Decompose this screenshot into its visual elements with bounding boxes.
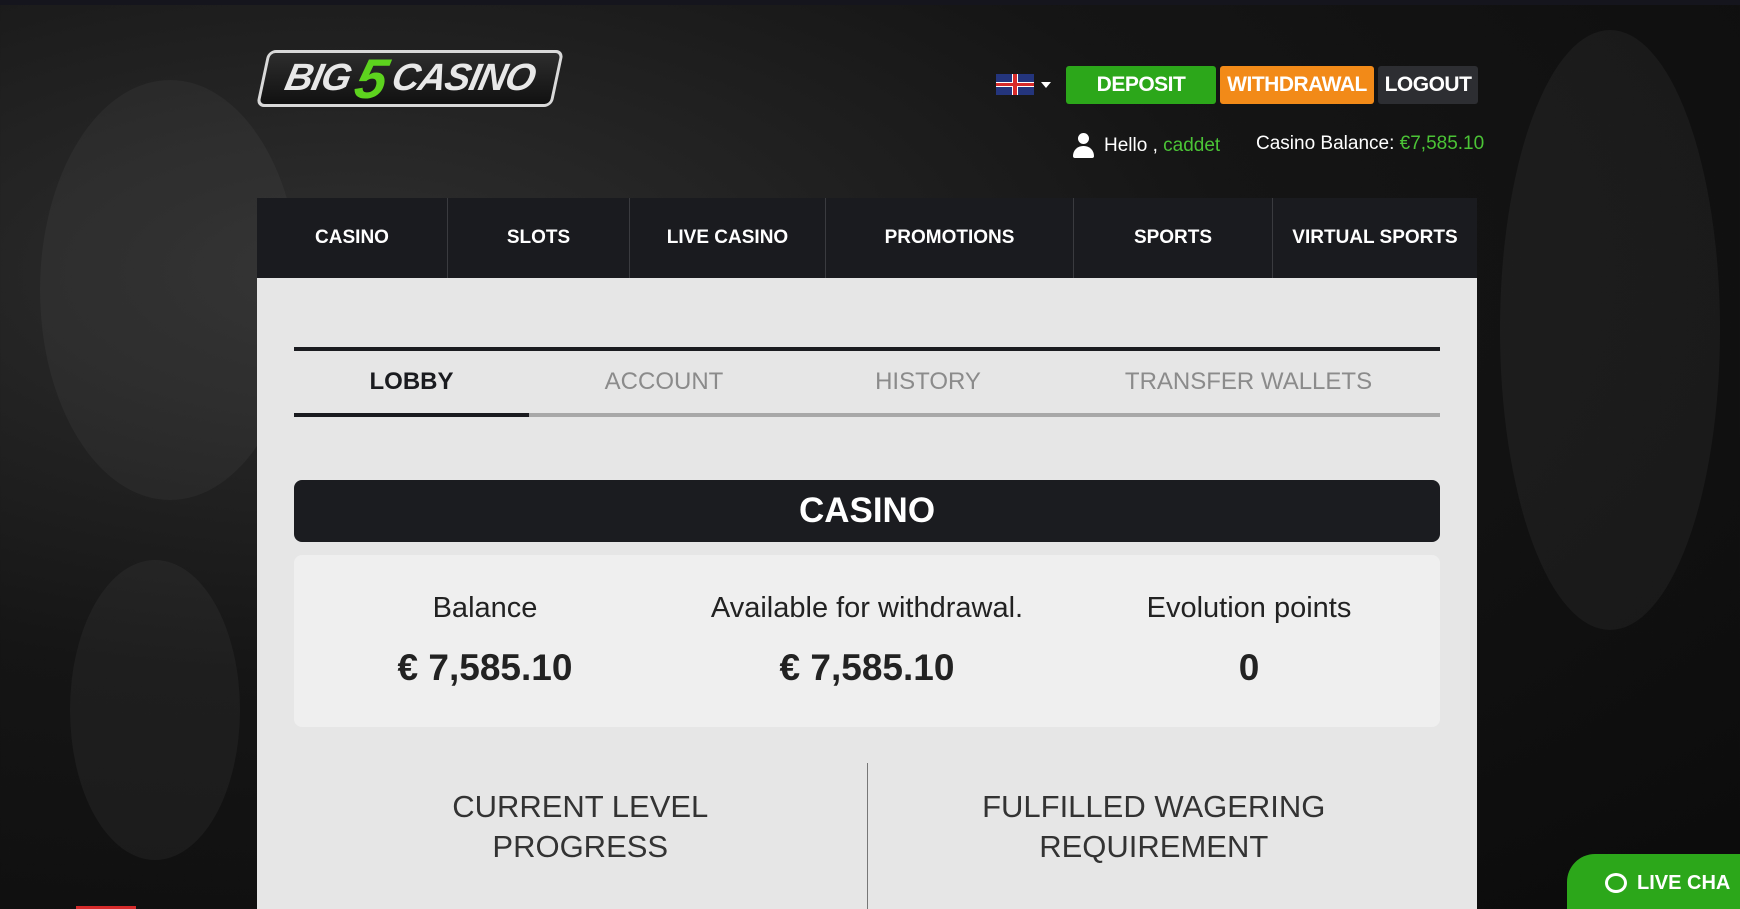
evolution-points-label: Evolution points (1146, 592, 1352, 624)
balance-label: Balance (432, 592, 538, 624)
wagering-requirement: FULFILLED WAGERING REQUIREMENT (868, 763, 1441, 909)
withdrawal-value: € 7,585.10 (779, 647, 955, 688)
current-level-line1: CURRENT LEVEL (452, 789, 709, 824)
current-level-progress: CURRENT LEVEL PROGRESS (294, 763, 867, 909)
balance-value: € 7,585.10 (397, 647, 573, 688)
nav-casino[interactable]: CASINO (257, 198, 448, 278)
chevron-down-icon (1041, 81, 1051, 88)
casino-balance-value: €7,585.10 (1399, 133, 1485, 154)
logo-text-big: BIG (281, 57, 355, 99)
tab-lobby[interactable]: LOBBY (294, 351, 529, 417)
withdrawal-button[interactable]: WITHDRAWAL (1220, 66, 1374, 104)
username[interactable]: caddet (1163, 135, 1220, 157)
deposit-button[interactable]: DEPOSIT (1066, 66, 1216, 104)
tab-transfer-wallets[interactable]: TRANSFER WALLETS (1057, 351, 1440, 413)
site-logo[interactable]: BIG 5 CASINO (255, 47, 565, 110)
account-panel: LOBBY ACCOUNT HISTORY TRANSFER WALLETS C… (257, 278, 1477, 909)
wagering-line2: REQUIREMENT (1039, 829, 1269, 864)
nav-virtual-sports[interactable]: VIRTUAL SPORTS (1273, 198, 1477, 278)
nav-live-casino[interactable]: LIVE CASINO (630, 198, 826, 278)
balance-summary: Balance € 7,585.10 Available for withdra… (294, 555, 1440, 727)
user-greeting: Hello , caddet (1072, 133, 1220, 159)
evolution-points-stat: Evolution points 0 (1058, 555, 1440, 727)
tab-history[interactable]: HISTORY (799, 351, 1057, 413)
language-selector[interactable] (996, 74, 1051, 95)
live-chat-label: LIVE CHA (1637, 871, 1731, 894)
withdrawal-label: Available for withdrawal. (710, 592, 1024, 624)
current-level-line2: PROGRESS (492, 829, 669, 864)
evolution-points-value: 0 (1238, 647, 1260, 688)
main-navigation: CASINO SLOTS LIVE CASINO PROMOTIONS SPOR… (257, 198, 1477, 278)
chat-icon (1605, 873, 1627, 893)
greeting-text: Hello , (1104, 135, 1158, 156)
live-chat-button[interactable]: LIVE CHA (1567, 854, 1740, 909)
nav-slots[interactable]: SLOTS (448, 198, 630, 278)
uk-flag-icon (996, 74, 1034, 95)
background-foliage (1500, 30, 1720, 630)
casino-section-title: CASINO (294, 480, 1440, 542)
casino-balance-label: Casino Balance: (1256, 133, 1395, 154)
nav-sports[interactable]: SPORTS (1074, 198, 1273, 278)
logo-number: 5 (349, 47, 394, 110)
wagering-line1: FULFILLED WAGERING (982, 789, 1326, 824)
account-tabs: LOBBY ACCOUNT HISTORY TRANSFER WALLETS (294, 347, 1440, 417)
logout-button[interactable]: LOGOUT (1378, 66, 1478, 104)
user-icon (1072, 133, 1094, 159)
progress-section: CURRENT LEVEL PROGRESS FULFILLED WAGERIN… (294, 763, 1440, 909)
background-foliage (70, 560, 240, 860)
nav-promotions[interactable]: PROMOTIONS (826, 198, 1074, 278)
withdrawal-stat: Available for withdrawal. € 7,585.10 (676, 555, 1058, 727)
top-edge-line (0, 0, 1740, 5)
tab-account[interactable]: ACCOUNT (529, 351, 799, 413)
balance-stat: Balance € 7,585.10 (294, 555, 676, 727)
casino-balance: Casino Balance: €7,585.10 (1256, 133, 1484, 155)
logo-text-casino: CASINO (388, 57, 539, 99)
